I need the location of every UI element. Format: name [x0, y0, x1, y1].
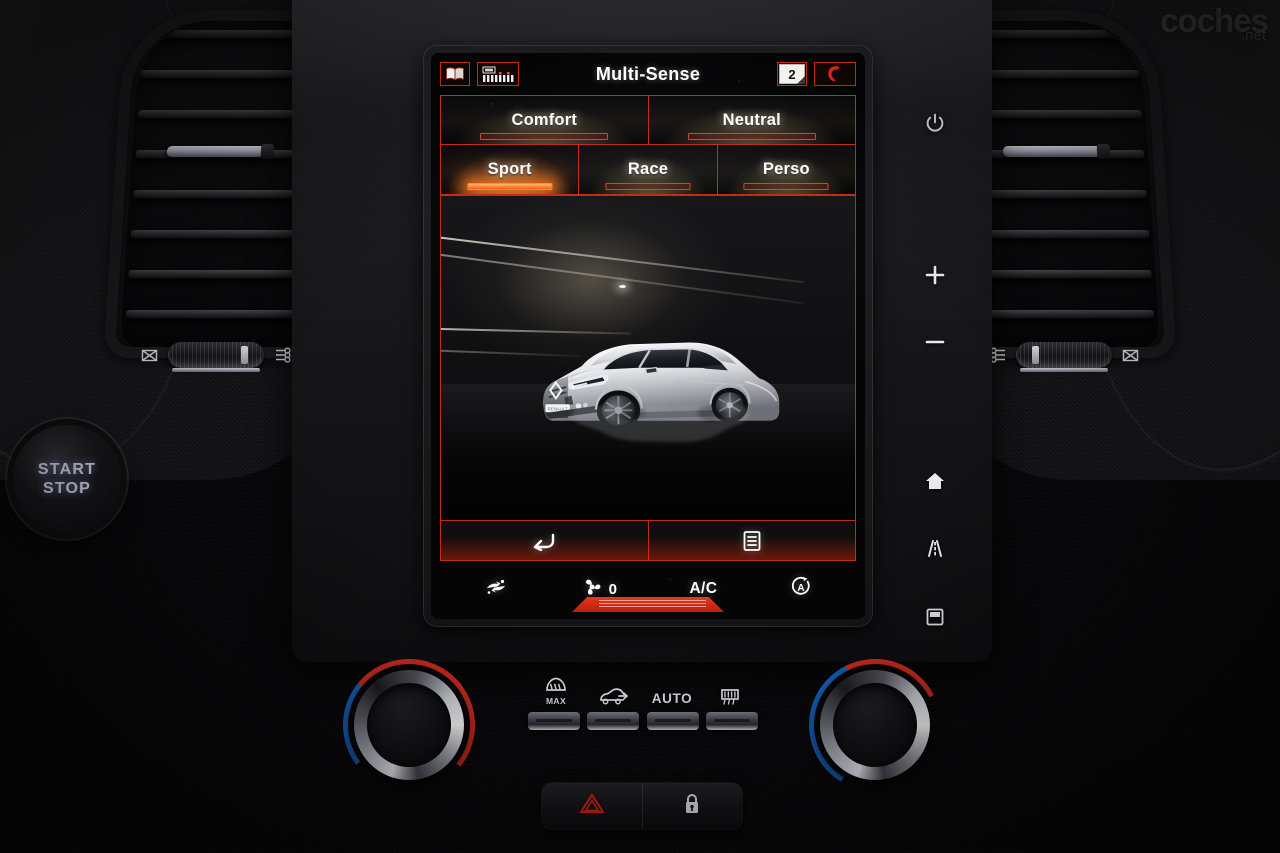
- auto-icon-group: AUTO: [646, 691, 698, 706]
- vent-louvers-right: [964, 24, 1155, 340]
- phone-icon[interactable]: [814, 62, 856, 86]
- screen-status-bar: Multi-Sense 2: [431, 53, 865, 95]
- lock-icon: [682, 792, 702, 821]
- warning-triangle-icon: [578, 792, 605, 820]
- menu-softkey[interactable]: [647, 521, 855, 560]
- volume-up-button[interactable]: [912, 256, 958, 295]
- map-book-icon[interactable]: [440, 62, 470, 86]
- driver-temperature-knob[interactable]: [334, 650, 484, 800]
- page-indicator[interactable]: 2: [777, 62, 807, 86]
- hazard-lights-button[interactable]: [542, 783, 642, 829]
- list-menu-icon: [742, 530, 762, 552]
- mode-label: Neutral: [722, 110, 781, 129]
- home-button[interactable]: [912, 461, 958, 500]
- display-button[interactable]: [912, 597, 958, 636]
- vent-closed-icon: [140, 346, 159, 365]
- vehicle-reflection: [532, 396, 785, 448]
- fan-speed-indicator: [572, 597, 724, 612]
- back-arrow-icon: [531, 531, 557, 551]
- auto-stop-button[interactable]: A: [790, 576, 812, 603]
- passenger-temperature-knob[interactable]: [791, 641, 959, 809]
- climate-control-panel: MAX AUTO: [292, 640, 992, 853]
- ac-button[interactable]: A/C: [689, 580, 717, 598]
- ac-label: A/C: [689, 580, 718, 597]
- vent-flow-roller-right[interactable]: [1016, 342, 1112, 372]
- vent-flow-roller-left[interactable]: [168, 342, 264, 372]
- auto-circle-icon: A: [790, 576, 812, 603]
- recirculation-icon-group: [588, 686, 640, 706]
- mode-indicator-bar: [480, 133, 609, 140]
- mode-button-neutral[interactable]: Neutral: [647, 95, 856, 145]
- max-defrost-sublabel: MAX: [545, 696, 567, 706]
- airflow-icon: [273, 346, 292, 365]
- hazard-lock-button-row: [542, 783, 742, 829]
- mode-indicator-bar: [467, 183, 553, 190]
- fan-speed-value: 0: [608, 580, 617, 598]
- infotainment-bezel: Multi-Sense 2 Comfort Neutral Sport Race…: [424, 46, 872, 626]
- page-number-badge: 2: [779, 64, 805, 84]
- start-stop-button[interactable]: START STOP: [13, 425, 121, 533]
- recirculation-button[interactable]: [484, 577, 508, 602]
- rear-defrost-button[interactable]: [705, 712, 758, 730]
- auto-button[interactable]: [646, 712, 699, 730]
- mode-label: Sport: [487, 160, 532, 178]
- power-button[interactable]: [912, 104, 958, 143]
- screen-softkey-row: [440, 521, 856, 561]
- mode-indicator-bar: [743, 183, 829, 190]
- navigation-button[interactable]: [912, 528, 958, 567]
- mode-indicator-bar: [605, 183, 691, 190]
- volume-down-button[interactable]: [912, 323, 958, 362]
- mode-label: Comfort: [511, 110, 578, 129]
- climate-button-row: MAX AUTO: [528, 666, 758, 730]
- mode-button-sport[interactable]: Sport: [440, 145, 579, 195]
- back-softkey[interactable]: [441, 521, 648, 560]
- vent-controls-right: [988, 338, 1140, 372]
- infotainment-screen[interactable]: Multi-Sense 2 Comfort Neutral Sport Race…: [431, 53, 865, 619]
- vehicle-preview: RENAULT: [440, 195, 856, 521]
- vent-direction-slider-left[interactable]: [166, 146, 267, 157]
- stop-label: STOP: [42, 479, 92, 497]
- media-equalizer-icon[interactable]: [477, 62, 519, 86]
- start-label: START: [37, 460, 97, 478]
- screen-climate-strip: 0 A/C A: [440, 566, 856, 612]
- car-dashboard-scene: Multi-Sense 2 Comfort Neutral Sport Race…: [0, 0, 1280, 853]
- vent-closed-icon: [1121, 346, 1140, 365]
- mode-button-perso[interactable]: Perso: [716, 145, 856, 195]
- air-vent-left: [119, 18, 321, 348]
- mode-indicator-bar: [687, 133, 816, 140]
- svg-text:A: A: [797, 583, 804, 594]
- mode-button-comfort[interactable]: Comfort: [440, 95, 648, 145]
- mode-label: Perso: [762, 160, 810, 178]
- vent-louvers-left: [124, 24, 316, 340]
- infotainment-hardware-buttons: [905, 96, 965, 636]
- max-defrost-button[interactable]: [528, 712, 580, 730]
- vent-controls-left: [140, 338, 292, 372]
- door-lock-button[interactable]: [641, 783, 743, 829]
- auto-label: AUTO: [651, 691, 693, 706]
- recirculation-button[interactable]: [587, 712, 640, 730]
- multi-sense-mode-selector: Comfort Neutral Sport Race Perso: [431, 95, 865, 195]
- mode-label: Race: [627, 160, 669, 178]
- recirculation-icon: [484, 577, 508, 602]
- mode-button-race[interactable]: Race: [578, 145, 717, 195]
- vent-direction-slider-right[interactable]: [1002, 146, 1104, 157]
- rear-defrost-icon-group: [704, 687, 756, 706]
- max-defrost-icon-group: MAX: [530, 676, 582, 706]
